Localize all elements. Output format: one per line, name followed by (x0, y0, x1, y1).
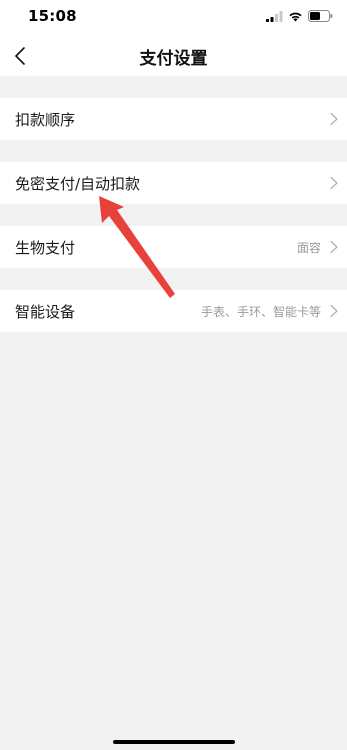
navigation-bar: 支付设置 (0, 36, 347, 76)
settings-item-value: 面容 (296, 241, 321, 255)
chevron-right-icon (330, 304, 338, 318)
settings-item-label: 扣款顺序 (15, 111, 76, 129)
home-indicator (113, 740, 235, 744)
settings-item-label: 智能设备 (15, 303, 76, 321)
wifi-icon (289, 12, 302, 21)
status-bar: 15:08 (0, 0, 347, 36)
chevron-right-icon (330, 112, 338, 126)
settings-item-value: 手表、手环、智能卡等 (200, 305, 321, 319)
page-title: 支付设置 (139, 49, 208, 69)
chevron-right-icon (330, 240, 338, 254)
payment-settings-screen: 15:08 支付设置 扣款顺序 免密支付/自动扣款 生物支付 面容 智能设备 手… (0, 0, 347, 750)
status-icons (266, 8, 333, 24)
settings-item-deduction-order[interactable]: 扣款顺序 (0, 98, 347, 140)
settings-item-smart-devices[interactable]: 智能设备 手表、手环、智能卡等 (0, 290, 347, 332)
battery-icon (308, 10, 333, 22)
chevron-right-icon (330, 176, 338, 190)
signal-icon (266, 10, 283, 22)
settings-item-password-free-payment[interactable]: 免密支付/自动扣款 (0, 162, 347, 204)
settings-item-label: 免密支付/自动扣款 (15, 175, 141, 193)
settings-item-label: 生物支付 (15, 239, 76, 257)
status-time: 15:08 (28, 7, 77, 25)
settings-item-biometric-payment[interactable]: 生物支付 面容 (0, 226, 347, 268)
